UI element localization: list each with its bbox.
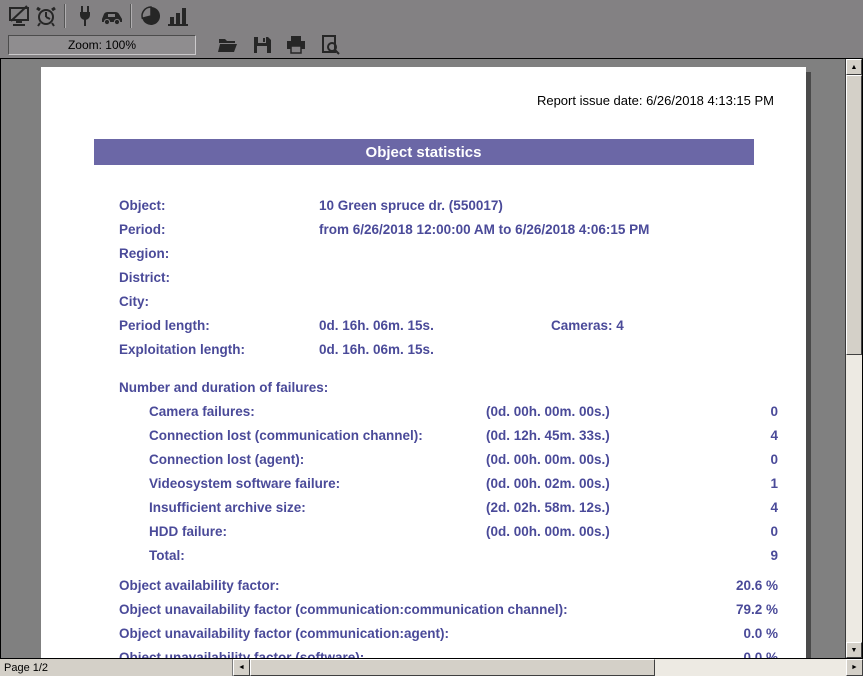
vertical-scroll-thumb[interactable] [846, 75, 862, 355]
field-label: Period: [119, 222, 319, 237]
failure-row: Insufficient archive size: (2d. 02h. 58m… [41, 495, 806, 519]
horizontal-scroll-track[interactable] [250, 659, 846, 676]
down-arrow-icon: ▼ [851, 647, 858, 654]
report-toolbar-buttons [214, 32, 343, 58]
factor-row: Object availability factor: 20.6 % [41, 573, 806, 597]
car-button[interactable] [98, 3, 125, 29]
factor-row: Object unavailability factor (communicat… [41, 621, 806, 645]
preview-button[interactable] [316, 32, 343, 58]
failures-total-row: Total: 9 [41, 543, 806, 567]
scroll-down-button[interactable]: ▼ [846, 642, 862, 658]
toolbar-separator [130, 4, 132, 28]
failure-row: Connection lost (agent): (0d. 00h. 00m. … [41, 447, 806, 471]
field-value: 10 Green spruce dr. (550017) [319, 198, 503, 213]
field-label: Exploitation length: [119, 342, 319, 357]
field-label: Region: [119, 246, 319, 261]
open-folder-button[interactable] [214, 32, 241, 58]
field-row: District: [41, 265, 806, 289]
horizontal-scrollbar[interactable]: ◄ ► [233, 659, 863, 676]
alarm-clock-icon [35, 5, 57, 27]
failure-row: Connection lost (communication channel):… [41, 423, 806, 447]
field-value: 0d. 16h. 06m. 15s. [319, 342, 434, 357]
status-bar: Page 1/2 ◄ ► [0, 658, 863, 676]
vertical-scroll-track[interactable] [846, 75, 862, 642]
report-toolbar: Zoom: 100% [0, 31, 863, 58]
print-button[interactable] [282, 32, 309, 58]
preview-icon [320, 35, 340, 55]
report-title-banner: Object statistics [94, 139, 754, 165]
report-fields: Object: 10 Green spruce dr. (550017) Per… [41, 193, 806, 361]
horizontal-scroll-thumb[interactable] [250, 659, 655, 676]
report-content-area: Report issue date: 6/26/2018 4:13:15 PM … [0, 58, 863, 658]
open-folder-icon [217, 35, 238, 55]
failure-row: HDD failure: (0d. 00h. 00m. 00s.) 0 [41, 519, 806, 543]
left-arrow-icon: ◄ [238, 664, 245, 671]
field-label: City: [119, 294, 319, 309]
failures-section-header: Number and duration of failures: [41, 375, 806, 399]
factors-list: Object availability factor: 20.6 % Objec… [41, 573, 806, 658]
scroll-left-button[interactable]: ◄ [233, 659, 250, 676]
bar-chart-button[interactable] [164, 3, 191, 29]
cameras-count: Cameras: 4 [551, 318, 624, 333]
alarm-clock-button[interactable] [32, 3, 59, 29]
scroll-right-button[interactable]: ► [846, 659, 863, 676]
field-row: Object: 10 Green spruce dr. (550017) [41, 193, 806, 217]
bar-chart-icon [167, 5, 189, 27]
toolbar-separator [64, 4, 66, 28]
right-arrow-icon: ► [851, 664, 858, 671]
field-row: Period length: 0d. 16h. 06m. 15s. Camera… [41, 313, 806, 337]
monitor-icon [8, 5, 30, 27]
page-indicator: Page 1/2 [0, 659, 233, 676]
plug-icon [74, 5, 96, 27]
scroll-up-button[interactable]: ▲ [846, 59, 862, 75]
pie-timer-icon [140, 5, 162, 27]
pie-timer-button[interactable] [137, 3, 164, 29]
field-label: Period length: [119, 318, 319, 333]
field-row: Period: from 6/26/2018 12:00:00 AM to 6/… [41, 217, 806, 241]
page-viewport: Report issue date: 6/26/2018 4:13:15 PM … [1, 59, 845, 658]
save-button[interactable] [248, 32, 275, 58]
car-icon [100, 5, 124, 27]
field-label: Object: [119, 198, 319, 213]
save-icon [252, 35, 272, 55]
print-icon [285, 35, 307, 55]
zoom-label: Zoom: 100% [68, 38, 136, 52]
field-label: District: [119, 270, 319, 285]
failure-row: Camera failures: (0d. 00h. 00m. 00s.) 0 [41, 399, 806, 423]
monitor-button[interactable] [5, 3, 32, 29]
main-toolbar [0, 0, 863, 31]
field-row: City: [41, 289, 806, 313]
report-issue-date: Report issue date: 6/26/2018 4:13:15 PM [41, 93, 774, 108]
total-label: Total: [149, 548, 185, 563]
report-viewer-window: Zoom: 100% [0, 0, 863, 676]
field-value: from 6/26/2018 12:00:00 AM to 6/26/2018 … [319, 222, 649, 237]
field-row: Exploitation length: 0d. 16h. 06m. 15s. [41, 337, 806, 361]
failures-list: Camera failures: (0d. 00h. 00m. 00s.) 0 … [41, 399, 806, 567]
report-page: Report issue date: 6/26/2018 4:13:15 PM … [41, 67, 806, 658]
up-arrow-icon: ▲ [851, 64, 858, 71]
factor-row: Object unavailability factor (communicat… [41, 597, 806, 621]
total-value: 9 [770, 548, 778, 563]
plug-button[interactable] [71, 3, 98, 29]
failure-row: Videosystem software failure: (0d. 00h. … [41, 471, 806, 495]
field-value: 0d. 16h. 06m. 15s. [319, 318, 434, 333]
field-row: Region: [41, 241, 806, 265]
vertical-scrollbar[interactable]: ▲ ▼ [845, 59, 862, 658]
factor-row: Object unavailability factor (software):… [41, 645, 806, 658]
zoom-control[interactable]: Zoom: 100% [8, 35, 196, 55]
